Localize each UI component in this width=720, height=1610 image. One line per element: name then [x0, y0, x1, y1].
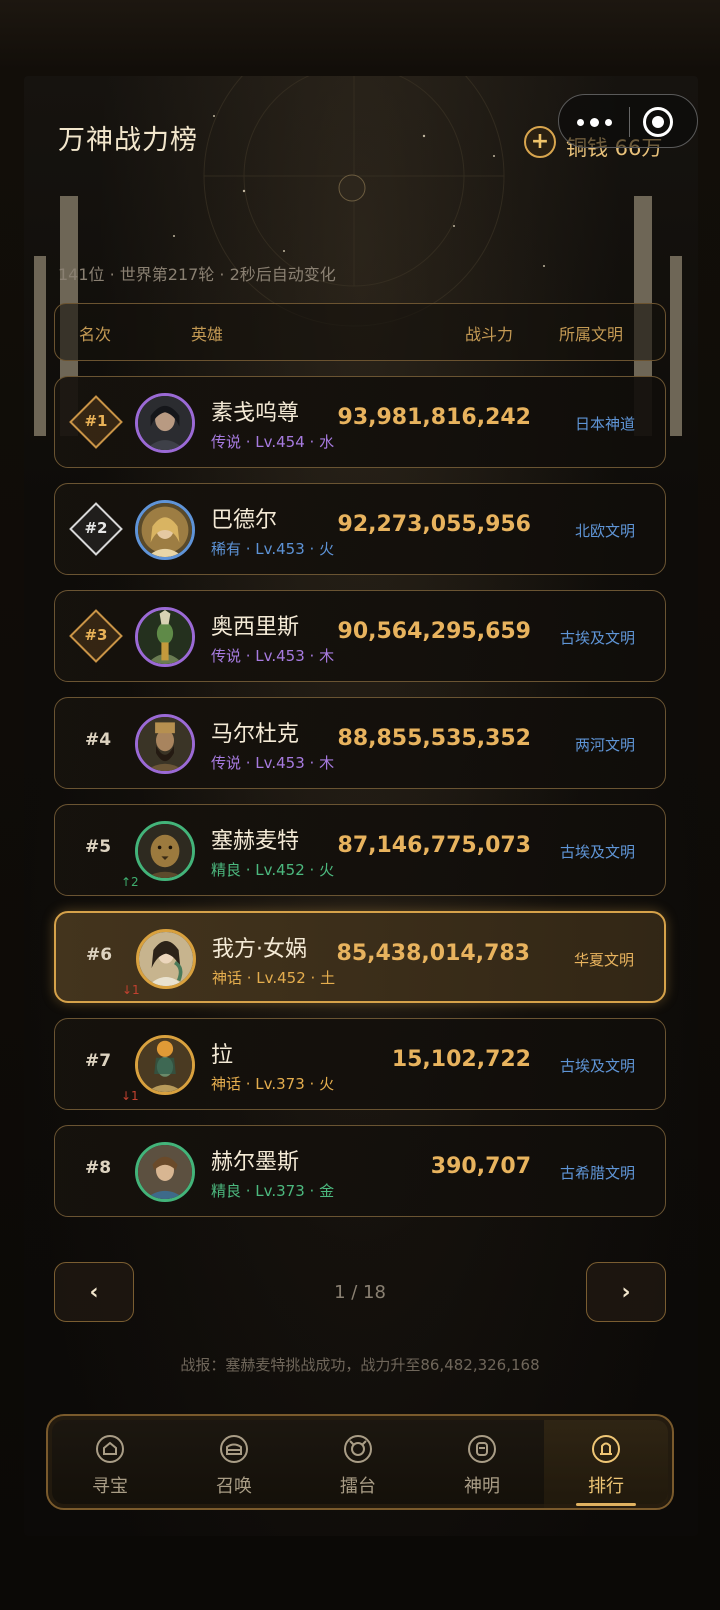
- leaderboard-row[interactable]: #8 赫尔墨斯 精良 · Lv.373 · 金 390,707 古希腊文明: [54, 1125, 666, 1217]
- page-title: 万神战力榜: [58, 125, 198, 156]
- leaderboard-row[interactable]: #1 素戋呜尊 传说 · Lv.454 · 水 93,981,816,242 日…: [54, 376, 666, 468]
- tab-gods[interactable]: 神明: [420, 1420, 544, 1508]
- rank-change-up: ↑2: [121, 875, 139, 889]
- hero-avatar: [136, 929, 196, 989]
- hero-stats: 精良 · Lv.373 · 金: [211, 1182, 335, 1200]
- hero-avatar: [135, 393, 195, 453]
- tab-label: 寻宝: [92, 1476, 128, 1497]
- rank-label: #4: [85, 730, 112, 750]
- rank-icon: [592, 1435, 620, 1463]
- tab-label: 擂台: [340, 1476, 376, 1497]
- civilization: 北欧文明: [574, 522, 635, 540]
- combat-power: 85,438,014,783: [336, 941, 530, 966]
- civilization: 古埃及文明: [559, 843, 635, 861]
- leaderboard-row[interactable]: #2 巴德尔 稀有 · Lv.453 · 火 92,273,055,956 北欧…: [54, 483, 666, 575]
- hero-name: 拉: [211, 1043, 234, 1068]
- civilization: 古埃及文明: [559, 629, 635, 647]
- summon-icon: [220, 1435, 248, 1463]
- battle-report: 战报：塞赫麦特挑战成功，战力升至86,482,326,168: [180, 1356, 540, 1374]
- rank-label: #6: [86, 945, 113, 965]
- civilization: 日本神道: [574, 415, 635, 433]
- arena-icon: [344, 1435, 372, 1463]
- hero-stats: 神话 · Lv.373 · 火: [211, 1075, 335, 1093]
- hero-avatar: [135, 821, 195, 881]
- hero-name: 巴德尔: [211, 508, 278, 533]
- hero-column-label: 英雄: [191, 325, 224, 344]
- combat-power: 87,146,775,073: [337, 833, 531, 858]
- leaderboard-row[interactable]: #7 ↓1 拉 神话 · Lv.373 · 火 15,102,722 古埃及文明: [54, 1018, 666, 1110]
- tab-summon[interactable]: 召唤: [172, 1420, 296, 1508]
- hero-stats: 传说 · Lv.453 · 木: [211, 647, 335, 665]
- more-menu-button[interactable]: [559, 95, 629, 149]
- hero-avatar: [135, 714, 195, 774]
- prev-page-button[interactable]: ‹: [54, 1262, 134, 1322]
- hero-name: 塞赫麦特: [211, 829, 300, 854]
- tab-label: 召唤: [216, 1476, 252, 1497]
- god-icon: [468, 1435, 496, 1463]
- hero-avatar: [135, 607, 195, 667]
- rank-label: #8: [85, 1158, 112, 1178]
- dot-icon: [576, 118, 584, 126]
- rank-label: #3: [84, 626, 108, 644]
- civilization: 古埃及文明: [559, 1057, 635, 1075]
- hero-name: 赫尔墨斯: [211, 1150, 300, 1175]
- active-tab-indicator: [576, 1503, 636, 1506]
- hero-avatar: [135, 1142, 195, 1202]
- hero-stats: 稀有 · Lv.453 · 火: [211, 540, 335, 558]
- leaderboard-row-self[interactable]: #6 ↓1 我方·女娲 神话 · Lv.452 · 土 85,438,014,7…: [54, 911, 666, 1003]
- rank-change-down: ↓1: [122, 983, 140, 997]
- hero-stats: 神话 · Lv.452 · 土: [212, 969, 336, 987]
- chest-icon: [96, 1435, 124, 1463]
- combat-power: 92,273,055,956: [337, 512, 531, 537]
- column-header: 名次 英雄 战斗力 所属文明: [54, 303, 666, 361]
- hero-avatar: [135, 500, 195, 560]
- rank-label: #5: [85, 837, 112, 857]
- dot-icon: [589, 117, 599, 127]
- rank-label: #1: [84, 412, 108, 430]
- rank-label: #7: [85, 1051, 112, 1071]
- civilization: 华夏文明: [573, 951, 634, 969]
- close-target-icon[interactable]: [643, 107, 673, 137]
- capsule-divider: [629, 107, 630, 137]
- leaderboard-row[interactable]: #5 ↑2 塞赫麦特 精良 · Lv.452 · 火 87,146,775,07…: [54, 804, 666, 896]
- hero-name: 素戋呜尊: [211, 401, 300, 426]
- combat-power: 15,102,722: [391, 1047, 531, 1072]
- combat-power: 90,564,295,659: [337, 619, 531, 644]
- page-indicator: 1 / 18: [334, 1282, 386, 1303]
- combat-power: 88,855,535,352: [337, 726, 531, 751]
- leaderboard-row[interactable]: #4 马尔杜克 传说 · Lv.453 · 木 88,855,535,352 两…: [54, 697, 666, 789]
- tab-label: 排行: [588, 1476, 624, 1497]
- tab-label: 神明: [464, 1476, 500, 1497]
- add-coins-button[interactable]: +: [524, 126, 556, 158]
- leaderboard-row[interactable]: #3 奥西里斯 传说 · Lv.453 · 木 90,564,295,659 古…: [54, 590, 666, 682]
- hero-name: 我方·女娲: [212, 937, 307, 962]
- rank-change-down: ↓1: [121, 1089, 139, 1103]
- combat-power: 390,707: [430, 1154, 531, 1179]
- tab-treasure[interactable]: 寻宝: [48, 1420, 172, 1508]
- bottom-tab-bar: 寻宝 召唤 擂台 神明 排行: [46, 1414, 674, 1510]
- tab-arena[interactable]: 擂台: [296, 1420, 420, 1508]
- combat-power: 93,981,816,242: [337, 405, 531, 430]
- power-column-label: 战斗力: [465, 325, 514, 344]
- rank-label: #2: [84, 519, 108, 537]
- civilization: 两河文明: [574, 736, 635, 754]
- civ-column-label: 所属文明: [559, 325, 624, 344]
- civilization: 古希腊文明: [559, 1164, 635, 1182]
- mini-program-capsule: [558, 94, 698, 148]
- next-page-button[interactable]: ›: [586, 1262, 666, 1322]
- hero-stats: 传说 · Lv.454 · 水: [211, 433, 335, 451]
- rank-column-label: 名次: [79, 325, 112, 344]
- dot-icon: [604, 118, 612, 126]
- tab-ranking[interactable]: 排行: [544, 1420, 668, 1508]
- hero-stats: 精良 · Lv.452 · 火: [211, 861, 335, 879]
- hero-name: 马尔杜克: [211, 722, 300, 747]
- round-info: 141位 · 世界第217轮 · 2秒后自动变化: [58, 265, 336, 284]
- hero-avatar: [135, 1035, 195, 1095]
- hero-name: 奥西里斯: [211, 615, 300, 640]
- hero-stats: 传说 · Lv.453 · 木: [211, 754, 335, 772]
